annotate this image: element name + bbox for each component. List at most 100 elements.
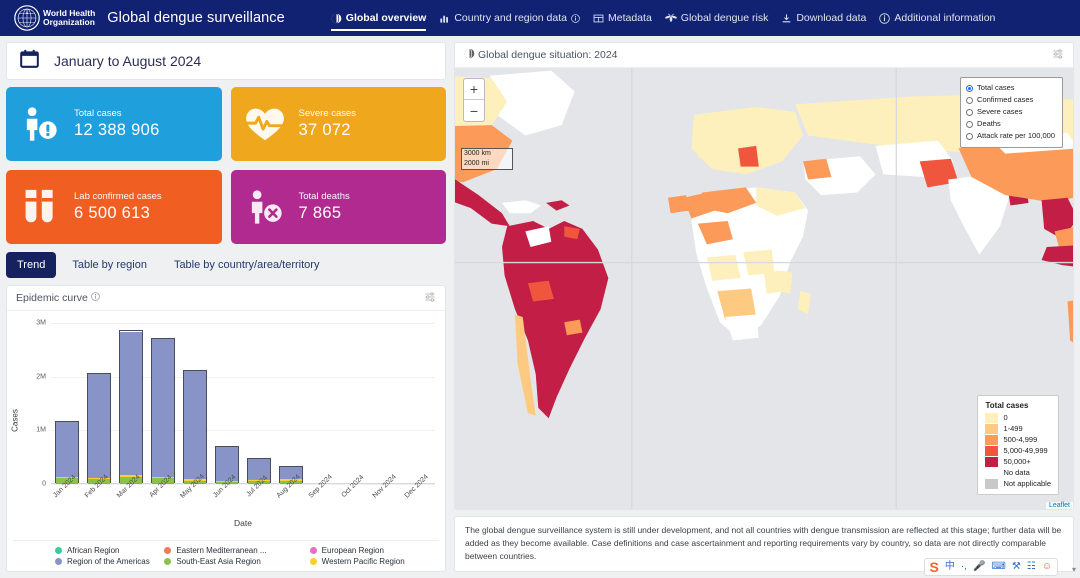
- chart-bar-slot[interactable]: [83, 323, 115, 483]
- epidemic-curve-card: Epidemic curve Cases 0 1M 2M 3M Jan 2024…: [6, 285, 446, 572]
- radio-button-icon[interactable]: [966, 120, 974, 128]
- map-legend-label: 500-4,999: [1003, 435, 1038, 444]
- leaflet-attribution[interactable]: Leaflet: [1045, 502, 1073, 509]
- heart-pulse-icon: [241, 106, 289, 142]
- chart-legend-item[interactable]: African Region: [13, 546, 152, 555]
- nav-item-label: Download data: [796, 12, 867, 24]
- legend-label: South-East Asia Region: [176, 557, 261, 566]
- map-measure-selector[interactable]: Total cases Confirmed cases Severe cases De…: [960, 77, 1063, 148]
- map-legend-row: 500-4,999: [985, 434, 1051, 445]
- kpi-card-total-cases[interactable]: Total cases 12 388 906: [6, 87, 222, 161]
- ime-mode-chinese[interactable]: 中: [945, 560, 955, 574]
- chart-bar-slot[interactable]: [403, 323, 435, 483]
- tab-table-by-country[interactable]: Table by country/area/territory: [163, 252, 331, 278]
- chart-bar-slot[interactable]: [307, 323, 339, 483]
- chart-bar-slot[interactable]: [275, 323, 307, 483]
- apps-icon[interactable]: ☷: [1027, 560, 1036, 574]
- chart-bar-slot[interactable]: [147, 323, 179, 483]
- chart-bar-slot[interactable]: [51, 323, 83, 483]
- map-measure-option[interactable]: Total cases: [966, 82, 1055, 94]
- chart-bar-slot[interactable]: [339, 323, 371, 483]
- kpi-title: Total deaths: [298, 191, 350, 202]
- chart-bar-slot[interactable]: [243, 323, 275, 483]
- radio-button-icon[interactable]: [966, 96, 974, 104]
- map-legend-swatch: [985, 478, 999, 489]
- map-legend-row: 1-499: [985, 423, 1051, 434]
- tab-table-by-region[interactable]: Table by region: [61, 252, 158, 278]
- radio-button-icon[interactable]: [966, 108, 974, 116]
- mic-icon[interactable]: 🎤: [973, 560, 985, 574]
- scroll-caret-icon[interactable]: ▾: [1072, 565, 1076, 574]
- kpi-card-severe-cases[interactable]: Severe cases 37 072: [230, 87, 446, 161]
- tab-trend[interactable]: Trend: [6, 252, 57, 278]
- view-tabs: Trend Table by region Table by country/a…: [6, 252, 446, 278]
- kpi-card-lab-confirmed-cases[interactable]: Lab confirmed cases 6 500 613: [6, 170, 222, 244]
- chart-bar-slot[interactable]: [211, 323, 243, 483]
- chart-legend-item[interactable]: Western Pacific Region: [300, 557, 439, 566]
- map-legend-swatch: [985, 445, 999, 456]
- radio-button-icon[interactable]: [966, 132, 974, 140]
- settings-sliders-icon[interactable]: [424, 291, 436, 306]
- world-map[interactable]: + − 3000 km 2000 mi Total cases Confirmed…: [455, 68, 1073, 509]
- ime-toolbar[interactable]: S 中 ·, 🎤 ⌨ ⚒ ☷ ☺: [923, 558, 1058, 576]
- chart-legend-item[interactable]: South-East Asia Region: [156, 557, 295, 566]
- nav-item-metadata[interactable]: Metadata: [593, 0, 652, 36]
- map-measure-option[interactable]: Confirmed cases: [966, 94, 1055, 106]
- chart-legend-item[interactable]: Eastern Mediterranean ...: [156, 546, 295, 555]
- person-alert-icon: [16, 103, 64, 145]
- chart-legend-item[interactable]: Region of the Americas: [13, 557, 152, 566]
- chart-bar-segment: [152, 338, 174, 477]
- radio-button-icon[interactable]: [966, 84, 974, 92]
- map-zoom-controls[interactable]: + −: [463, 78, 485, 122]
- chart-x-tick-slot: Apr 2024: [147, 474, 179, 510]
- map-header: Global dengue situation: 2024: [455, 43, 1073, 68]
- chart-bar[interactable]: [119, 330, 143, 483]
- chart-bar-slot[interactable]: [179, 323, 211, 483]
- chart-legend-item[interactable]: European Region: [300, 546, 439, 555]
- map-zoom-in-button[interactable]: +: [464, 79, 484, 100]
- chart-bar[interactable]: [87, 372, 111, 483]
- chart-bar[interactable]: [183, 370, 207, 483]
- map-legend-label: 5,000-49,999: [1003, 446, 1048, 455]
- sogou-logo-icon[interactable]: S: [930, 560, 939, 574]
- info-icon[interactable]: [91, 292, 100, 304]
- toolbox-icon[interactable]: ⚒: [1012, 560, 1021, 574]
- chart-bar[interactable]: [55, 421, 79, 483]
- keyboard-icon[interactable]: ⌨: [991, 560, 1005, 574]
- chart-x-axis-label: Date: [234, 518, 252, 528]
- chart-bar-slot[interactable]: [371, 323, 403, 483]
- map-card: Global dengue situation: 2024 + − 3000 k…: [454, 42, 1074, 510]
- nav-item-label: Metadata: [608, 12, 652, 24]
- nav-item-country-and-region-data[interactable]: Country and region data: [439, 0, 580, 36]
- map-scale-km: 3000 km: [461, 148, 513, 159]
- date-range-bar[interactable]: January to August 2024: [6, 42, 446, 80]
- ime-punctuation-toggle[interactable]: ·,: [961, 560, 967, 574]
- legend-color-dot: [55, 547, 62, 554]
- map-legend-swatch: [985, 412, 999, 423]
- kpi-card-total-deaths[interactable]: Total deaths 7 865: [230, 170, 446, 244]
- nav-item-global-dengue-risk[interactable]: Global dengue risk: [664, 0, 768, 36]
- chart-x-tick-slot: May 2024: [179, 473, 211, 510]
- chart-x-tick-slot: Sep 2024: [307, 473, 339, 510]
- download-icon: [781, 13, 792, 24]
- map-measure-label: Severe cases: [977, 107, 1023, 116]
- table-icon: [593, 13, 604, 24]
- chart-x-tick-slot: Jul 2024: [243, 475, 275, 510]
- smiley-icon[interactable]: ☺: [1042, 560, 1052, 574]
- settings-sliders-icon[interactable]: [1052, 48, 1064, 63]
- map-legend: Total cases 0 1-499 500-4,999 5,000-49,999 5…: [977, 395, 1059, 495]
- chart-bar[interactable]: [151, 337, 175, 483]
- bar-chart-icon: [439, 13, 450, 24]
- map-measure-option[interactable]: Attack rate per 100,000: [966, 130, 1055, 142]
- nav-item-download-data[interactable]: Download data: [781, 0, 866, 36]
- map-measure-option[interactable]: Severe cases: [966, 106, 1055, 118]
- nav-item-global-overview[interactable]: Global overview: [330, 0, 426, 36]
- chart-y-tick: 2M: [36, 373, 46, 381]
- nav-item-additional-information[interactable]: Additional information: [879, 0, 995, 36]
- map-measure-option[interactable]: Deaths: [966, 118, 1055, 130]
- map-legend-label: 0: [1003, 413, 1008, 422]
- map-zoom-out-button[interactable]: −: [464, 100, 484, 121]
- map-legend-swatch: [985, 423, 999, 434]
- legend-label: Western Pacific Region: [321, 557, 405, 566]
- chart-bar-slot[interactable]: [115, 323, 147, 483]
